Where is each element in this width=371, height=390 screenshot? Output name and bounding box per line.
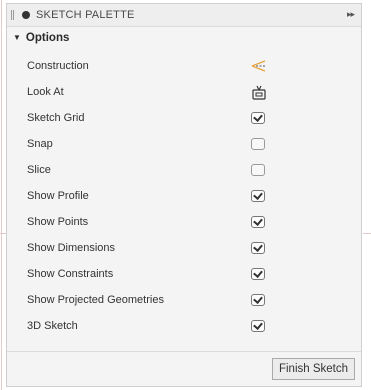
option-label: Show Dimensions bbox=[27, 242, 116, 254]
palette-header[interactable]: SKETCH PALETTE ▸▸ bbox=[7, 4, 361, 27]
options-section-toggle[interactable]: ▼ Options bbox=[13, 32, 69, 44]
option-row-sketch-grid: Sketch Grid bbox=[7, 106, 361, 132]
checkmark-icon bbox=[251, 216, 265, 228]
show-profile-checkbox[interactable] bbox=[251, 189, 265, 203]
checkmark-icon bbox=[251, 268, 265, 280]
option-row-show-projected-geometries: Show Projected Geometries bbox=[7, 288, 361, 314]
option-label: Sketch Grid bbox=[27, 112, 85, 124]
canvas-gridline bbox=[1, 0, 2, 390]
sketch-palette: SKETCH PALETTE ▸▸ ▼ Options Construction … bbox=[6, 3, 362, 387]
option-row-look-at: Look At bbox=[7, 80, 361, 106]
option-row-show-profile: Show Profile bbox=[7, 184, 361, 210]
construction-icon[interactable] bbox=[251, 59, 266, 73]
snap-checkbox[interactable] bbox=[251, 137, 265, 151]
option-label: Show Profile bbox=[27, 190, 89, 202]
unchecked-box-icon bbox=[251, 138, 265, 150]
option-label: Snap bbox=[27, 138, 53, 150]
option-label: 3D Sketch bbox=[27, 320, 78, 332]
unchecked-box-icon bbox=[251, 164, 265, 176]
option-row-show-dimensions: Show Dimensions bbox=[7, 236, 361, 262]
show-projected-geometries-checkbox[interactable] bbox=[251, 293, 265, 307]
canvas-gridline bbox=[363, 233, 371, 234]
checkmark-icon bbox=[251, 320, 265, 332]
option-row-show-points: Show Points bbox=[7, 210, 361, 236]
option-label: Construction bbox=[27, 60, 89, 72]
option-row-3d-sketch: 3D Sketch bbox=[7, 314, 361, 340]
option-row-snap: Snap bbox=[7, 132, 361, 158]
collapse-icon[interactable]: ▸▸ bbox=[347, 9, 355, 20]
option-label: Show Points bbox=[27, 216, 89, 228]
option-label: Show Projected Geometries bbox=[27, 294, 164, 306]
show-dimensions-checkbox[interactable] bbox=[251, 241, 265, 255]
option-row-show-constraints: Show Constraints bbox=[7, 262, 361, 288]
option-label: Slice bbox=[27, 164, 51, 176]
option-label: Look At bbox=[27, 86, 64, 98]
checkmark-icon bbox=[251, 294, 265, 306]
sketch-grid-checkbox[interactable] bbox=[251, 111, 265, 125]
footer-divider bbox=[7, 351, 361, 352]
3d-sketch-checkbox[interactable] bbox=[251, 319, 265, 333]
option-label: Show Constraints bbox=[27, 268, 114, 280]
palette-title: SKETCH PALETTE bbox=[36, 9, 135, 21]
checkmark-icon bbox=[251, 242, 265, 254]
checkmark-icon bbox=[251, 190, 265, 202]
drag-handle-icon[interactable] bbox=[11, 10, 14, 20]
option-row-construction: Construction bbox=[7, 54, 361, 80]
look-at-icon[interactable] bbox=[251, 85, 266, 100]
slice-checkbox[interactable] bbox=[251, 163, 265, 177]
show-constraints-checkbox[interactable] bbox=[251, 267, 265, 281]
section-label: Options bbox=[25, 32, 70, 44]
expand-triangle-icon: ▼ bbox=[13, 33, 21, 42]
finish-sketch-button[interactable]: Finish Sketch bbox=[271, 358, 355, 380]
palette-dot-icon bbox=[22, 11, 30, 19]
checkmark-icon bbox=[251, 112, 265, 124]
show-points-checkbox[interactable] bbox=[251, 215, 265, 229]
option-row-slice: Slice bbox=[7, 158, 361, 184]
